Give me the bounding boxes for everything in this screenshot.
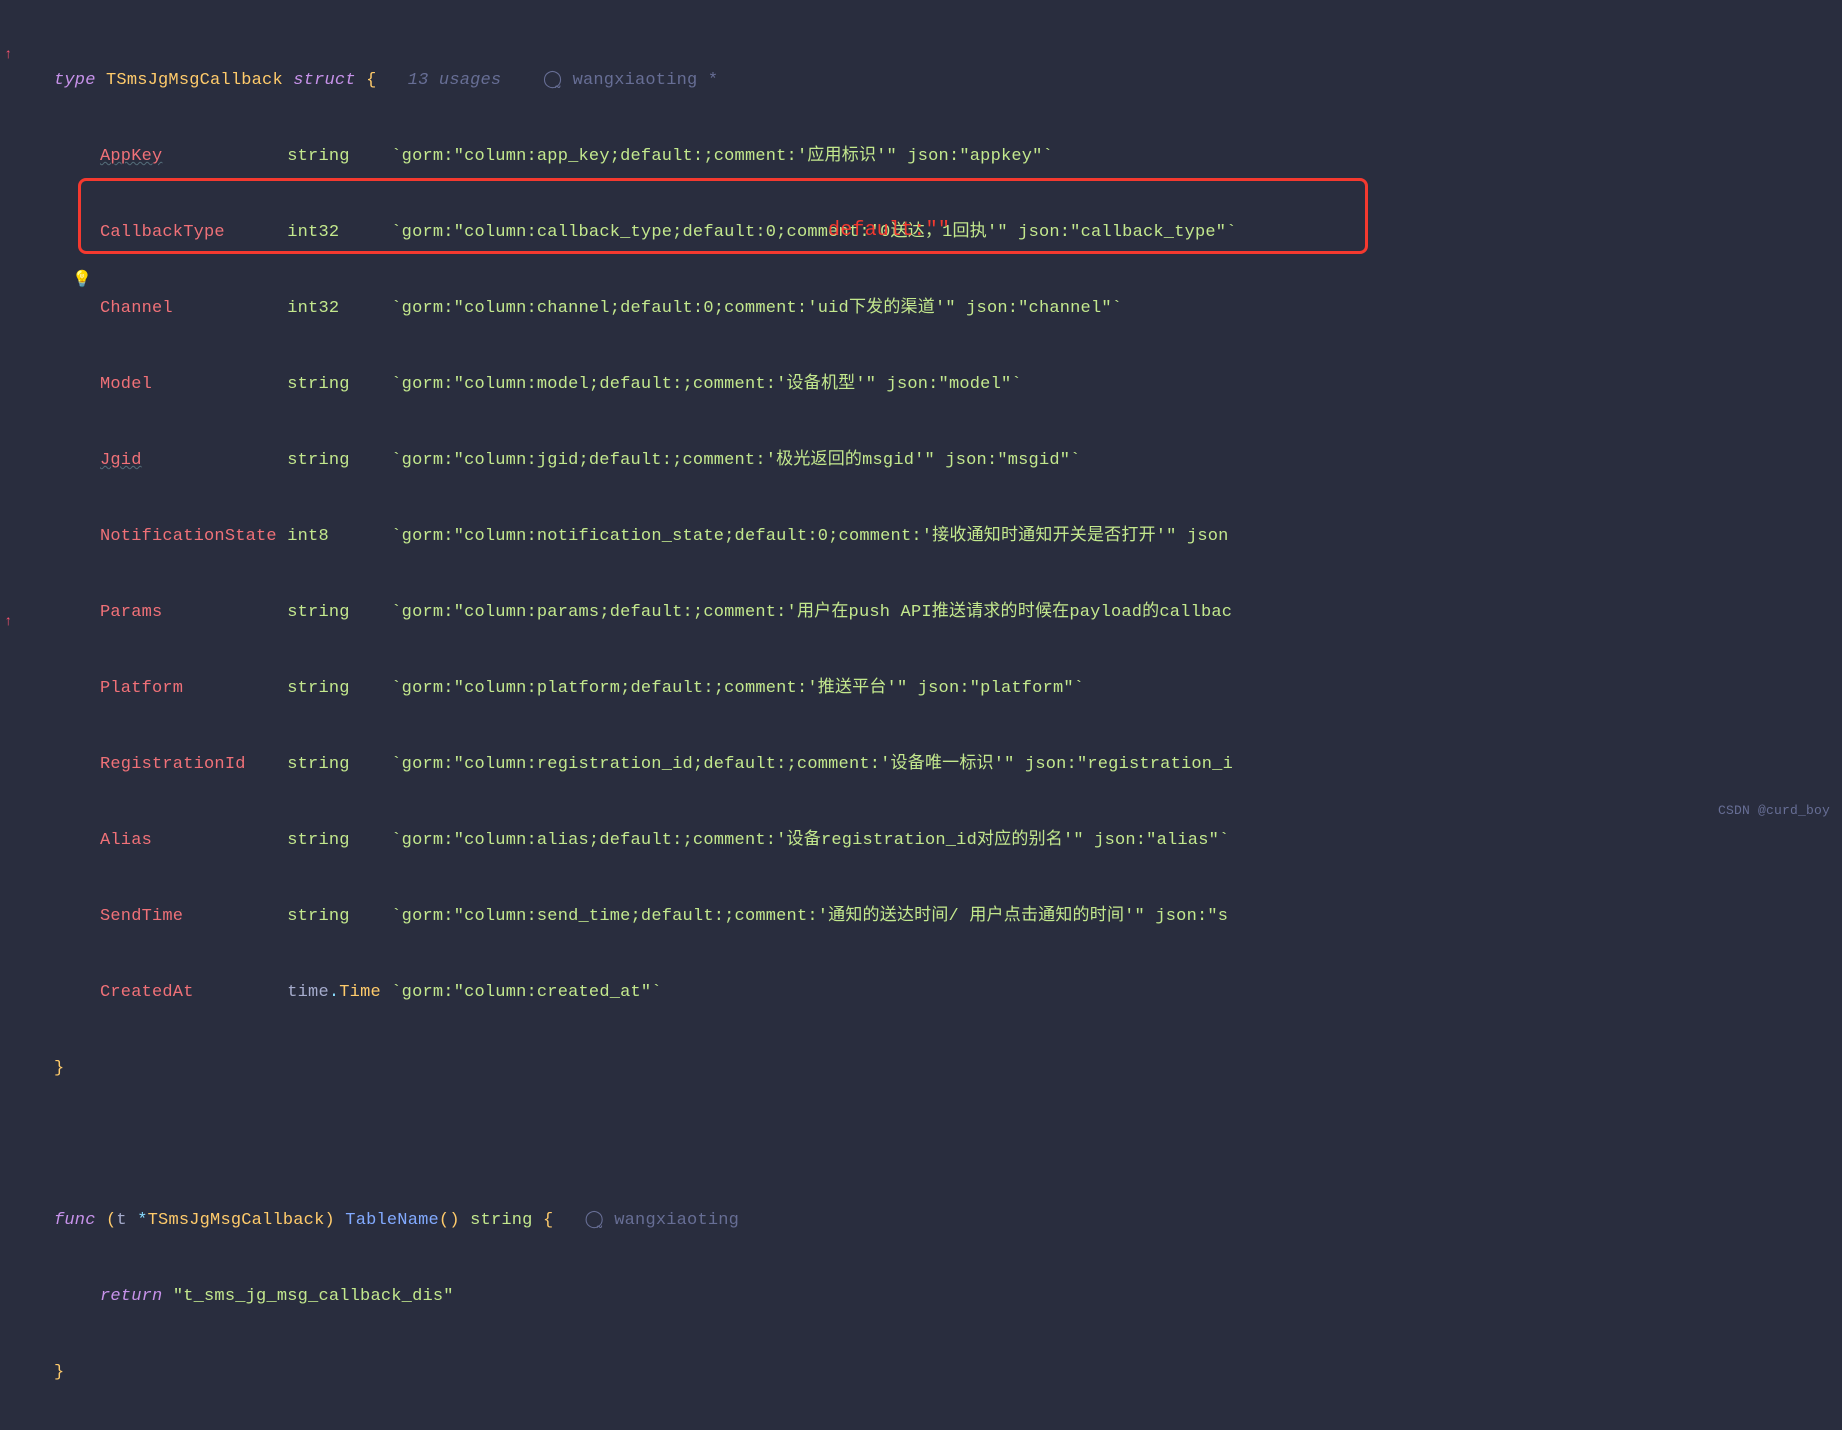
field-type: string: [287, 755, 349, 774]
receiver-name: t: [116, 1211, 126, 1230]
annotation-text: default:"": [828, 212, 950, 250]
field-name: CallbackType: [100, 223, 225, 242]
field-line: Model string `gorm:"column:model;default…: [54, 366, 1237, 404]
field-line: Jgid string `gorm:"column:jgid;default:;…: [54, 442, 1237, 480]
field-line: AppKey string `gorm:"column:app_key;defa…: [54, 138, 1237, 176]
keyword-func: func: [54, 1211, 96, 1230]
field-name: Params: [100, 603, 162, 622]
struct-tag: `gorm:"column:platform;default:;comment:…: [391, 679, 1084, 698]
field-line: Alias string `gorm:"column:alias;default…: [54, 822, 1237, 860]
func-author[interactable]: wangxiaoting: [614, 1211, 739, 1230]
field-line: RegistrationId string `gorm:"column:regi…: [54, 746, 1237, 784]
field-type: string: [287, 375, 349, 394]
watermark-text: CSDN @curd_boy: [1718, 804, 1830, 818]
struct-tag: `gorm:"column:model;default:;comment:'设备…: [391, 375, 1022, 394]
field-name: Jgid: [100, 451, 142, 470]
brace-close: }: [54, 1059, 64, 1078]
struct-tag: `gorm:"column:send_time;default:;comment…: [391, 907, 1228, 926]
struct-tag: `gorm:"column:jgid;default:;comment:'极光返…: [391, 451, 1080, 470]
usages-hint[interactable]: 13 usages: [408, 71, 502, 90]
struct-tag: `gorm:"column:alias;default:;comment:'设备…: [391, 831, 1229, 850]
field-type: int32: [287, 299, 339, 318]
field-name: SendTime: [100, 907, 183, 926]
struct-tag: `gorm:"column:params;default:;comment:'用…: [391, 603, 1232, 622]
field-name: Alias: [100, 831, 152, 850]
closing-brace-line: }: [54, 1050, 1237, 1088]
field-type: string: [287, 451, 349, 470]
person-icon: ◯̰: [543, 62, 562, 100]
person-icon: ◯̰: [585, 1202, 604, 1240]
struct-tag: `gorm:"column:app_key;default:;comment:'…: [391, 147, 1053, 166]
keyword-return: return: [100, 1287, 162, 1306]
func-close-line: }: [54, 1354, 1237, 1392]
field-line: SendTime string `gorm:"column:send_time;…: [54, 898, 1237, 936]
func-decl-line: func (t *TSmsJgMsgCallback) TableName() …: [54, 1202, 1237, 1240]
field-name: AppKey: [100, 147, 162, 166]
func-paren: (): [439, 1211, 460, 1230]
field-name: Platform: [100, 679, 183, 698]
field-line: Channel int32 `gorm:"column:channel;defa…: [54, 290, 1237, 328]
func-brace-open: {: [543, 1211, 553, 1230]
field-type: string: [287, 907, 349, 926]
field-type: int8: [287, 527, 329, 546]
field-line: NotificationState int8 `gorm:"column:not…: [54, 518, 1237, 556]
field-name: Model: [100, 375, 152, 394]
field-line: Params string `gorm:"column:params;defau…: [54, 594, 1237, 632]
return-type: string: [470, 1211, 532, 1230]
struct-name: TSmsJgMsgCallback: [106, 71, 283, 90]
receiver-type: TSmsJgMsgCallback: [148, 1211, 325, 1230]
field-type: time: [287, 983, 329, 1002]
field-line: CreatedAt time.Time `gorm:"column:create…: [54, 974, 1237, 1012]
field-line: Platform string `gorm:"column:platform;d…: [54, 670, 1237, 708]
return-line: return "t_sms_jg_msg_callback_dis": [54, 1278, 1237, 1316]
field-type: string: [287, 603, 349, 622]
field-type: string: [287, 147, 349, 166]
code-editor[interactable]: type TSmsJgMsgCallback struct { 13 usage…: [0, 0, 1237, 1430]
brace-open: {: [366, 71, 376, 90]
keyword-type: type: [54, 71, 96, 90]
return-string: "t_sms_jg_msg_callback_dis": [173, 1287, 454, 1306]
func-brace-close: }: [54, 1363, 64, 1382]
field-line: CallbackType int32 `gorm:"column:callbac…: [54, 214, 1237, 252]
blank-line: [54, 1126, 1237, 1164]
field-name: Channel: [100, 299, 173, 318]
struct-tag: `gorm:"column:callback_type;default:0;co…: [391, 223, 1236, 242]
struct-tag: `gorm:"column:channel;default:0;comment:…: [391, 299, 1122, 318]
field-name: RegistrationId: [100, 755, 246, 774]
struct-tag: `gorm:"column:notification_state;default…: [391, 527, 1228, 546]
field-name: CreatedAt: [100, 983, 194, 1002]
field-type: string: [287, 831, 349, 850]
struct-tag: `gorm:"column:created_at"`: [391, 983, 661, 1002]
struct-tag: `gorm:"column:registration_id;default:;c…: [391, 755, 1233, 774]
struct-decl-line: type TSmsJgMsgCallback struct { 13 usage…: [54, 62, 1237, 100]
field-type: string: [287, 679, 349, 698]
star: *: [137, 1211, 147, 1230]
func-name: TableName: [345, 1211, 439, 1230]
gutter-arrow-icon[interactable]: ↑: [4, 36, 13, 74]
field-name: NotificationState: [100, 527, 277, 546]
gutter-arrow-icon[interactable]: ↑: [4, 603, 13, 641]
paren-open: (: [106, 1211, 116, 1230]
keyword-struct: struct: [293, 71, 355, 90]
field-type: int32: [287, 223, 339, 242]
author-name[interactable]: wangxiaoting *: [573, 71, 719, 90]
lightbulb-icon[interactable]: 💡: [72, 261, 92, 299]
paren-close: ): [324, 1211, 334, 1230]
